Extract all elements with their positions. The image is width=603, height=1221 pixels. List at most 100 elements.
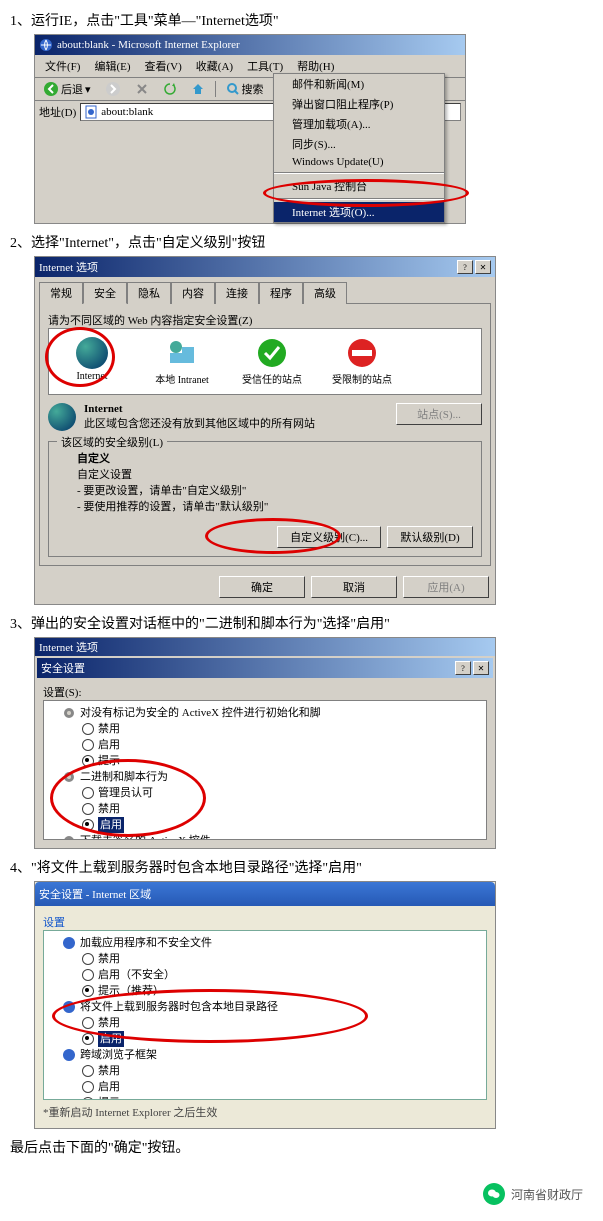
radio-option[interactable]: 禁用 (48, 951, 482, 967)
tab-content[interactable]: 内容 (171, 282, 215, 304)
radio-option[interactable]: 禁用 (48, 1063, 482, 1079)
nosign-icon (346, 337, 378, 369)
radio-option[interactable]: 启用 (48, 737, 482, 753)
titlebar: about:blank - Microsoft Internet Explore… (35, 35, 465, 55)
tab-adv[interactable]: 高级 (303, 282, 347, 304)
radio-option[interactable]: 提示 (48, 1095, 482, 1100)
tab-prog[interactable]: 程序 (259, 282, 303, 304)
zone-desc: 此区域包含您还没有放到其他区域中的所有网站 (84, 418, 315, 430)
radio-icon (82, 1065, 94, 1077)
gear-icon (62, 834, 76, 840)
apply-button: 应用(A) (403, 576, 489, 598)
parent-titlebar: Internet 选项 (35, 638, 495, 656)
default-level-button[interactable]: 默认级别(D) (387, 526, 473, 548)
radio-icon (82, 985, 94, 997)
tab-privacy[interactable]: 隐私 (127, 282, 171, 304)
dialog-buttons: 确定 取消 应用(A) (35, 570, 495, 604)
step-1: 1、运行IE，点击"工具"菜单—"Internet选项" about:blank… (10, 10, 593, 224)
help-button[interactable]: ? (457, 260, 473, 274)
titlebar: Internet 选项 ?✕ (35, 257, 495, 277)
step2-text: 2、选择"Internet"，点击"自定义级别"按钮 (10, 232, 593, 252)
forward-button[interactable] (101, 80, 125, 98)
radio-option[interactable]: 启用（不安全） (48, 967, 482, 983)
restart-note: *重新启动 Internet Explorer 之后生效 (43, 1104, 487, 1120)
level-group: 该区域的安全级别(L) 自定义 自定义设置 - 要更改设置，请单击"自定义级别"… (48, 441, 482, 557)
menu-mail[interactable]: 邮件和新闻(M) (274, 74, 444, 94)
close-button[interactable]: ✕ (475, 260, 491, 274)
close-button[interactable]: ✕ (473, 661, 489, 675)
radio-icon (82, 1081, 94, 1093)
custom-title: 自定义 (77, 453, 110, 465)
radio-option[interactable]: 启用 (48, 1079, 482, 1095)
zone-list: Internet 本地 Intranet 受信任的站点 受限制的站点 (48, 328, 482, 395)
refresh-button[interactable] (159, 81, 181, 97)
ie-small-icon (62, 936, 76, 950)
zone-intranet[interactable]: 本地 Intranet (147, 337, 217, 386)
step4-text: 4、"将文件上载到服务器时包含本地目录路径"选择"启用" (10, 857, 593, 877)
back-button[interactable]: 后退▾ (39, 80, 95, 98)
radio-icon (82, 953, 94, 965)
zone-title: Internet (84, 403, 123, 415)
zone-restricted[interactable]: 受限制的站点 (327, 337, 397, 386)
radio-icon (82, 1033, 94, 1045)
step-4: 4、"将文件上载到服务器时包含本地目录路径"选择"启用" 安全设置 - Inte… (10, 857, 593, 1129)
tab-security[interactable]: 安全 (83, 282, 127, 304)
radio-icon (82, 1097, 94, 1100)
window-title: about:blank - Microsoft Internet Explore… (57, 39, 240, 51)
ok-button[interactable]: 确定 (219, 576, 305, 598)
options-dialog: Internet 选项 ?✕ 常规 安全 隐私 内容 连接 程序 高级 请为不同… (34, 256, 496, 605)
security-settings-dialog: Internet 选项 安全设置 ?✕ 设置(S): 对没有标记为安全的 Act… (34, 637, 496, 849)
help-button[interactable]: ? (455, 661, 471, 675)
address-label: 地址(D) (39, 104, 76, 120)
menu-fav[interactable]: 收藏(A) (190, 57, 239, 75)
tab-conn[interactable]: 连接 (215, 282, 259, 304)
highlight-circle (45, 327, 115, 387)
step-2: 2、选择"Internet"，点击"自定义级别"按钮 Internet 选项 ?… (10, 232, 593, 605)
intranet-icon (166, 337, 198, 369)
menu-popup[interactable]: 弹出窗口阻止程序(P) (274, 94, 444, 114)
radio-icon (82, 739, 94, 751)
menu-update[interactable]: Windows Update(U) (274, 154, 444, 170)
ie-small-icon (62, 1048, 76, 1062)
home-button[interactable] (187, 81, 209, 97)
menu-file[interactable]: 文件(F) (39, 57, 86, 75)
highlight-circle (52, 989, 368, 1043)
highlight-circle (263, 179, 469, 207)
radio-icon (82, 723, 94, 735)
tree-header: 跨域浏览子框架 (48, 1047, 482, 1063)
ie-window: about:blank - Microsoft Internet Explore… (34, 34, 466, 224)
zone-trusted[interactable]: 受信任的站点 (237, 337, 307, 386)
titlebar: 安全设置 ?✕ (37, 658, 493, 678)
security-settings-xp: 安全设置 - Internet 区域 设置 加载应用程序和不安全文件 禁用 启用… (34, 881, 496, 1129)
cancel-button[interactable]: 取消 (311, 576, 397, 598)
step1-text: 1、运行IE，点击"工具"菜单—"Internet选项" (10, 10, 593, 30)
footer-text: 河南省财政厅 (511, 1186, 583, 1203)
sites-button: 站点(S)... (396, 403, 482, 425)
settings-tree[interactable]: 加载应用程序和不安全文件 禁用 启用（不安全） 提示（推荐） 将文件上载到服务器… (43, 930, 487, 1100)
menu-addons[interactable]: 管理加载项(A)... (274, 114, 444, 134)
final-text: 最后点击下面的"确定"按钮。 (10, 1137, 593, 1157)
tree-header: 加载应用程序和不安全文件 (48, 935, 482, 951)
wechat-icon (483, 1183, 505, 1205)
menu-view[interactable]: 查看(V) (139, 57, 188, 75)
settings-label: 设置(S): (43, 684, 487, 700)
stop-button[interactable] (131, 81, 153, 97)
search-button[interactable]: 搜索 (222, 80, 268, 98)
check-icon (256, 337, 288, 369)
menu-edit[interactable]: 编辑(E) (88, 57, 136, 75)
step3-text: 3、弹出的安全设置对话框中的"二进制和脚本行为"选择"启用" (10, 613, 593, 633)
gear-icon (62, 706, 76, 720)
ie-icon (39, 38, 53, 52)
radio-option[interactable]: 禁用 (48, 721, 482, 737)
security-panel: 请为不同区域的 Web 内容指定安全设置(Z) Internet 本地 Intr… (39, 303, 491, 566)
menu-sync[interactable]: 同步(S)... (274, 134, 444, 154)
radio-icon (82, 969, 94, 981)
highlight-circle (50, 759, 206, 837)
tab-strip: 常规 安全 隐私 内容 连接 程序 高级 (35, 277, 495, 303)
highlight-circle (205, 518, 341, 554)
globe-icon (48, 403, 76, 431)
titlebar: 安全设置 - Internet 区域 (35, 882, 495, 906)
tab-general[interactable]: 常规 (39, 282, 83, 304)
settings-tree[interactable]: 对没有标记为安全的 ActiveX 控件进行初始化和脚 禁用 启用 提示 二进制… (43, 700, 487, 840)
zones-label: 请为不同区域的 Web 内容指定安全设置(Z) (48, 312, 482, 328)
